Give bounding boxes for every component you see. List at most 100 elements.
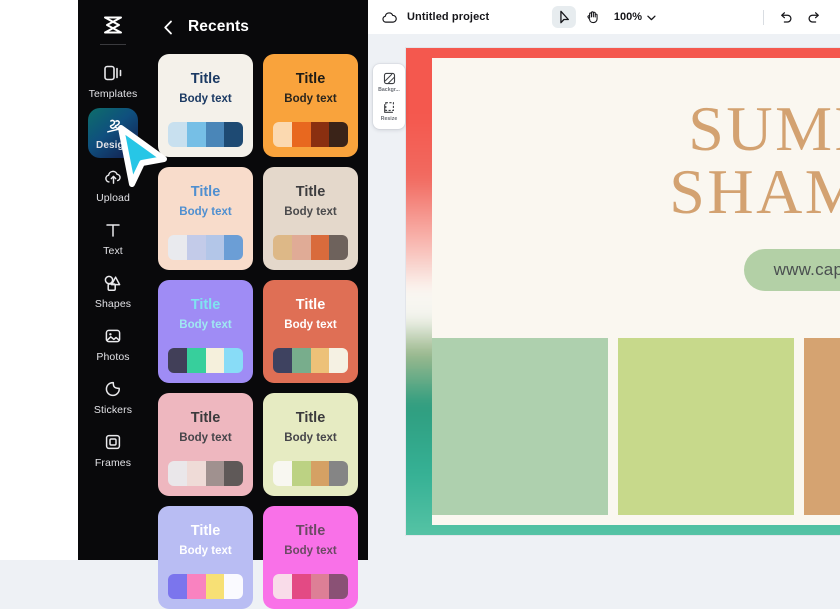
- sidebar-item-frames[interactable]: Frames: [82, 424, 144, 476]
- resize-tool-button[interactable]: Resize: [374, 98, 404, 124]
- palette-swatch: [329, 348, 348, 373]
- palette-swatch: [310, 348, 330, 373]
- template-card[interactable]: Title Body text: [158, 506, 253, 609]
- sidebar-label-stickers: Stickers: [93, 404, 133, 416]
- template-card-palette: [168, 235, 243, 260]
- headline-line-2[interactable]: SHAMPOO: [669, 159, 840, 224]
- template-card-grid: Title Body text Title Body text Title Body te…: [148, 54, 368, 609]
- palette-swatch: [273, 574, 292, 599]
- project-name-label[interactable]: Untitled project: [407, 11, 489, 23]
- palette-swatch: [224, 122, 243, 147]
- palette-swatch: [168, 574, 187, 599]
- template-card-title: Title: [295, 523, 326, 539]
- design-icon: [102, 116, 124, 138]
- sidebar-item-templates[interactable]: Templates: [82, 55, 144, 107]
- artboard-color-block[interactable]: [432, 338, 608, 515]
- template-card[interactable]: Title Body text: [158, 280, 253, 383]
- sidebar-label-upload: Upload: [96, 192, 130, 204]
- artboard-header-group: SUMMER SHAMPOO www.caput.com: [432, 58, 840, 336]
- template-card[interactable]: Title Body text: [158, 167, 253, 270]
- template-card-body: Body text: [179, 431, 232, 444]
- palette-swatch: [205, 574, 225, 599]
- sidebar-item-stickers[interactable]: Stickers: [82, 371, 144, 423]
- undo-icon[interactable]: [774, 6, 798, 28]
- toolbar-divider: [763, 9, 764, 25]
- palette-swatch: [310, 461, 330, 486]
- sidebar-label-photos: Photos: [96, 351, 130, 363]
- text-icon: [102, 219, 124, 241]
- cloud-save-icon[interactable]: [380, 8, 398, 26]
- artboard-content-panel: SUMMER SHAMPOO www.caput.com: [432, 58, 840, 525]
- template-card-body: Body text: [179, 318, 232, 331]
- palette-swatch: [224, 461, 243, 486]
- redo-icon[interactable]: [802, 6, 826, 28]
- sidebar-label-templates: Templates: [88, 88, 138, 100]
- palette-swatch: [224, 348, 243, 373]
- chevron-left-icon[interactable]: [158, 17, 178, 37]
- background-icon: [382, 71, 397, 86]
- palette-swatch: [310, 235, 330, 260]
- template-card-palette: [168, 574, 243, 599]
- chevron-down-icon: [647, 8, 656, 26]
- upload-cloud-icon: [102, 166, 124, 188]
- template-card-title: Title: [190, 410, 221, 426]
- palette-swatch: [168, 461, 187, 486]
- template-card[interactable]: Title Body text: [263, 54, 358, 157]
- template-card-body: Body text: [179, 544, 232, 557]
- stickers-icon: [102, 378, 124, 400]
- palette-swatch: [168, 235, 187, 260]
- palette-swatch: [329, 122, 348, 147]
- palette-swatch: [186, 574, 206, 599]
- editor-area: Untitled project 100% Backgr... Resize S…: [368, 0, 840, 560]
- template-card[interactable]: Title Body text: [158, 393, 253, 496]
- palette-swatch: [310, 574, 330, 599]
- sidebar-label-shapes: Shapes: [94, 298, 132, 310]
- palette-swatch: [168, 348, 187, 373]
- sidebar-item-upload[interactable]: Upload: [82, 159, 144, 211]
- headline-line-1[interactable]: SUMMER: [688, 97, 840, 161]
- template-card[interactable]: Title Body text: [263, 167, 358, 270]
- template-card-title: Title: [295, 71, 326, 87]
- shapes-icon: [102, 272, 124, 294]
- design-artboard[interactable]: SUMMER SHAMPOO www.caput.com: [406, 48, 840, 535]
- template-card[interactable]: Title Body text: [263, 393, 358, 496]
- palette-swatch: [186, 235, 206, 260]
- template-card-palette: [273, 122, 348, 147]
- capcut-logo-icon[interactable]: [95, 10, 131, 40]
- sidebar-label-text: Text: [103, 245, 123, 257]
- cursor-select-icon[interactable]: [551, 6, 576, 28]
- palette-swatch: [291, 461, 311, 486]
- palette-swatch: [291, 574, 311, 599]
- template-card-body: Body text: [284, 318, 337, 331]
- template-card[interactable]: Title Body text: [263, 506, 358, 609]
- palette-swatch: [186, 461, 206, 486]
- template-card-body: Body text: [284, 544, 337, 557]
- template-card-body: Body text: [179, 205, 232, 218]
- palette-swatch: [186, 348, 206, 373]
- palette-swatch: [273, 122, 292, 147]
- hand-pan-icon[interactable]: [580, 6, 604, 28]
- background-tool-button[interactable]: Backgr...: [374, 69, 404, 95]
- sidebar-item-shapes[interactable]: Shapes: [82, 265, 144, 317]
- sidebar-item-photos[interactable]: Photos: [82, 318, 144, 370]
- palette-swatch: [273, 461, 292, 486]
- template-card[interactable]: Title Body text: [263, 280, 358, 383]
- template-card-title: Title: [190, 297, 221, 313]
- templates-icon: [102, 62, 124, 84]
- sidebar-item-design[interactable]: Design: [88, 108, 138, 158]
- palette-swatch: [329, 235, 348, 260]
- artboard-color-block[interactable]: [618, 338, 794, 515]
- floating-tool-panel: Backgr... Resize: [373, 64, 405, 129]
- zoom-control[interactable]: 100%: [614, 8, 656, 26]
- palette-swatch: [205, 348, 225, 373]
- palette-swatch: [310, 122, 330, 147]
- artboard-color-block[interactable]: [804, 338, 840, 515]
- background-tool-label: Backgr...: [378, 87, 400, 93]
- sidebar-item-text[interactable]: Text: [82, 212, 144, 264]
- palette-swatch: [291, 348, 311, 373]
- photos-icon: [102, 325, 124, 347]
- recents-panel: Recents Title Body text Title Body text Titl…: [148, 0, 368, 609]
- canvas-viewport[interactable]: Backgr... Resize SUMME: [368, 34, 840, 560]
- website-pill[interactable]: www.caput.com: [743, 249, 840, 292]
- template-card[interactable]: Title Body text: [158, 54, 253, 157]
